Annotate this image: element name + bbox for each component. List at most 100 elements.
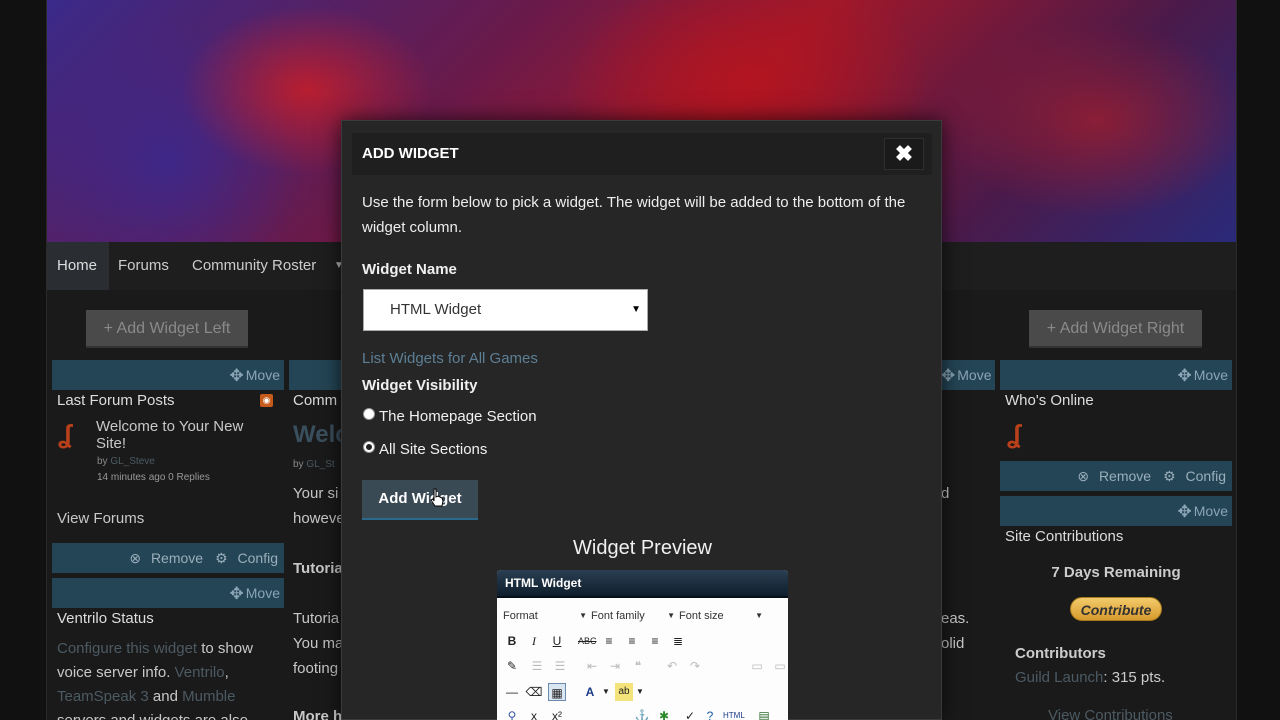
close-icon: ✖ [894, 141, 914, 166]
preview-header: HTML Widget [497, 570, 788, 598]
chevron-down-icon[interactable]: ▼ [597, 683, 615, 701]
widget-name-label: Widget Name [362, 261, 457, 278]
font-family-label: Font family [591, 610, 645, 622]
view-contributions-link[interactable]: View Contributions [1048, 707, 1173, 720]
nav-forums[interactable]: Forums [108, 242, 179, 290]
outdent-icon: ⇤ [586, 659, 598, 673]
widget-title-whos-online: Who's Online [1005, 392, 1094, 409]
center-line: Your si [293, 485, 339, 502]
widget-title-last-forum-posts: Last Forum Posts [57, 392, 175, 409]
chevron-down-icon[interactable]: ▼ [631, 683, 649, 701]
editor-toolbar-row-5: ⚲ x x² ⚓ ✱ ✓ ? HTML ▤ [503, 707, 783, 720]
teamspeak-link[interactable]: TeamSpeak 3 [57, 688, 149, 705]
widget-visibility-label: Widget Visibility [362, 377, 478, 394]
contributor-link[interactable]: Guild Launch [1015, 669, 1103, 686]
gears-icon: ⚙ [1163, 468, 1176, 484]
chevron-down-icon: ▼ [579, 611, 587, 620]
config-label: Config [1185, 468, 1226, 484]
add-widget-button[interactable]: Add Widget [362, 480, 478, 520]
widget-preview-title: Widget Preview [573, 537, 712, 559]
font-size-dropdown[interactable]: Font size ▼ [679, 607, 763, 625]
author-fragment: GL_St [306, 459, 335, 470]
bold-icon[interactable]: B [503, 632, 521, 650]
center-line: footing [293, 660, 339, 677]
modal-title: ADD WIDGET [362, 145, 459, 162]
redo-icon: ↷ [689, 659, 701, 673]
editor-toolbar-row-2: B I U ABC ≡ ≡ ≡ ≣ [503, 632, 783, 652]
align-right-icon[interactable]: ≡ [646, 632, 664, 650]
view-forums-link[interactable]: View Forums [57, 507, 144, 531]
move-label: Move [245, 585, 280, 601]
strikethrough-icon[interactable]: ABC [578, 632, 597, 650]
media-embed-icon[interactable]: ▤ [755, 707, 773, 720]
widget-preview: HTML Widget Format ▼ Font family ▼ Font si… [497, 570, 788, 720]
move-icon: ✥ [229, 366, 244, 385]
contribute-button[interactable]: Contribute [1070, 597, 1162, 621]
superscript-icon[interactable]: x² [548, 707, 566, 720]
widget-move-bar[interactable]: ✥ Move [52, 578, 284, 608]
font-size-label: Font size [679, 610, 724, 622]
align-center-icon[interactable]: ≡ [623, 632, 641, 650]
subscript-icon[interactable]: x [525, 707, 543, 720]
widget-move-bar[interactable]: ✥ Move [1000, 360, 1232, 390]
cleanup-icon[interactable]: ✓ [681, 707, 699, 720]
justify-icon[interactable]: ≣ [669, 632, 687, 650]
move-label: Move [957, 367, 992, 383]
move-label: Move [245, 367, 280, 383]
post-title-link[interactable]: Welcome to Your New Site! [96, 418, 266, 452]
radio-all-site-sections[interactable] [363, 441, 375, 453]
center-by: by GL_St [293, 459, 335, 470]
undo-icon: ↶ [666, 659, 678, 673]
rss-icon[interactable]: ◉ [260, 394, 273, 407]
edit-icon[interactable]: ✎ [503, 657, 521, 675]
widget-move-bar[interactable]: ✥ Move [52, 360, 284, 390]
config-label: Config [237, 550, 278, 566]
list-widgets-link[interactable]: List Widgets for All Games [362, 350, 538, 367]
radio-label-homepage[interactable]: The Homepage Section [379, 408, 537, 425]
configure-widget-link[interactable]: Configure this widget [57, 640, 197, 657]
ventrilo-link[interactable]: Ventrilo [175, 664, 225, 681]
center-subheading: More h [293, 708, 343, 720]
widget-name-select[interactable]: HTML Widget ▼ [363, 289, 648, 331]
post-meta: 14 minutes ago 0 Replies [97, 472, 210, 483]
config-widget-button[interactable]: ⚙ Config [209, 550, 278, 566]
text-part: , [224, 664, 229, 681]
radio-label-all-sections[interactable]: All Site Sections [379, 441, 487, 458]
ventrilo-description: Configure this widget to show voice serv… [57, 637, 282, 720]
numbered-list-icon: ☰ [554, 659, 566, 673]
nav-home[interactable]: Home [47, 242, 109, 290]
underline-icon[interactable]: U [548, 632, 566, 650]
plugin-icon[interactable]: ✱ [655, 707, 673, 720]
add-widget-right-button[interactable]: + Add Widget Right [1029, 310, 1202, 348]
close-button[interactable]: ✖ [884, 138, 924, 170]
find-icon[interactable]: ⚲ [503, 707, 521, 720]
horizontal-rule-icon[interactable]: — [503, 683, 521, 701]
font-family-dropdown[interactable]: Font family ▼ [591, 607, 675, 625]
radio-homepage-section[interactable] [363, 408, 375, 420]
remove-widget-button[interactable]: ⊗ Remove [1071, 468, 1151, 484]
widget-control-bar: ⊗ Remove ⚙ Config [52, 543, 284, 573]
anchor-icon[interactable]: ⚓ [633, 707, 651, 720]
post-author-link[interactable]: GL_Steve [110, 456, 154, 467]
by-prefix: by [97, 456, 108, 467]
html-source-icon[interactable]: HTML [723, 707, 745, 720]
help-icon[interactable]: ? [701, 707, 719, 720]
table-icon[interactable]: ▦ [548, 683, 566, 701]
by-prefix: by [293, 459, 304, 470]
move-label: Move [1193, 503, 1228, 519]
center-move-bar[interactable] [289, 360, 341, 390]
nav-community-roster[interactable]: Community Roster [182, 242, 326, 290]
remove-widget-button[interactable]: ⊗ Remove [123, 550, 203, 566]
format-dropdown[interactable]: Format ▼ [503, 607, 587, 625]
guild-logo-icon: ʆ [1007, 419, 1022, 449]
mumble-link[interactable]: Mumble [182, 688, 235, 705]
add-widget-left-button[interactable]: + Add Widget Left [86, 310, 248, 348]
remove-label: Remove [1098, 468, 1152, 484]
widget-move-bar[interactable]: ✥ Move [1000, 496, 1232, 526]
center-move-bar-right[interactable]: ✥ Move [941, 360, 995, 390]
eraser-icon[interactable]: ⌫ [525, 683, 543, 701]
italic-icon[interactable]: I [525, 632, 543, 650]
move-icon: ✥ [1177, 502, 1192, 521]
config-widget-button[interactable]: ⚙ Config [1157, 468, 1226, 484]
align-left-icon[interactable]: ≡ [600, 632, 618, 650]
